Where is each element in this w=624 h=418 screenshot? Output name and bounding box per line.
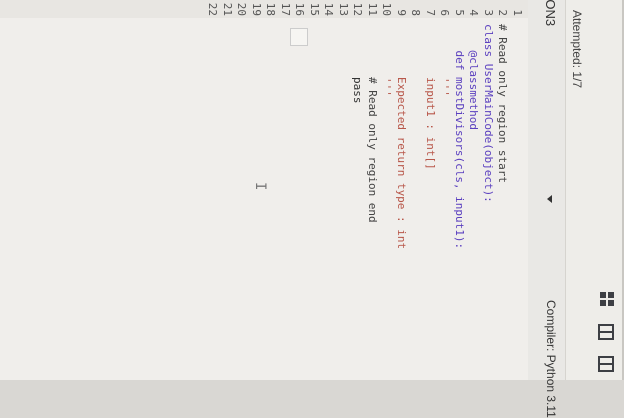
code-line: Expected return type : int (395, 24, 408, 250)
cursor-box (290, 28, 308, 46)
line-number: 11 (366, 2, 379, 16)
code-line: # Read only region end (366, 24, 379, 223)
code-line: pass (351, 24, 365, 104)
code-line: ''' (380, 24, 394, 97)
code-line: # Read only region start (496, 24, 510, 183)
line-number: 7 (424, 9, 437, 16)
editor-header: Attempted: 1/7 (565, 0, 624, 380)
compiler-label: Compiler: Python 3.11 (544, 300, 558, 418)
line-number: 19 (250, 2, 263, 16)
line-number: 16 (293, 2, 307, 16)
ide-window: Attempted: 1/7 HON3 Compiler: Python 3.1… (0, 0, 624, 418)
line-number: 2 (496, 9, 510, 16)
line-number: 12 (351, 2, 365, 16)
ibeam-cursor-icon: I (252, 182, 268, 191)
code-line: class UserMainCode(object): (482, 24, 495, 203)
line-number: 1 (511, 9, 524, 16)
split-view-icon[interactable] (598, 324, 614, 340)
toolbar-icons (598, 292, 614, 372)
line-number: 3 (482, 9, 495, 16)
line-number: 10 (380, 2, 394, 16)
line-number: 4 (467, 9, 481, 16)
line-number: 6 (438, 9, 452, 16)
grid-icon[interactable] (598, 292, 614, 308)
code-line: def mostDivisors(cls, input1): (453, 24, 466, 250)
language-label: HON3 (543, 0, 558, 27)
line-number: 15 (308, 2, 321, 16)
language-selector[interactable]: HON3 (536, 0, 564, 140)
attempted-counter: Attempted: 1/7 (570, 10, 584, 89)
line-number: 21 (221, 2, 234, 16)
line-number: 20 (235, 2, 249, 16)
line-number: 17 (279, 2, 292, 16)
code-line: input1 : int[] (424, 24, 437, 170)
line-number: 13 (337, 2, 350, 16)
chevron-down-icon[interactable] (547, 195, 552, 203)
line-number: 18 (264, 2, 278, 16)
line-number: 14 (322, 2, 336, 16)
window-icon[interactable] (598, 356, 614, 372)
line-number: 8 (409, 9, 423, 16)
code-line: @classmethod (467, 24, 481, 130)
code-line: ''' (438, 24, 452, 97)
code-editor[interactable]: I 1 2 3 4 5 6 7 8 9 10 11 12 13 14 15 16 17 18 19 20 21 22 # R… (0, 0, 528, 380)
line-number: 22 (206, 2, 220, 16)
line-number: 5 (453, 9, 466, 16)
line-number: 9 (395, 9, 408, 16)
